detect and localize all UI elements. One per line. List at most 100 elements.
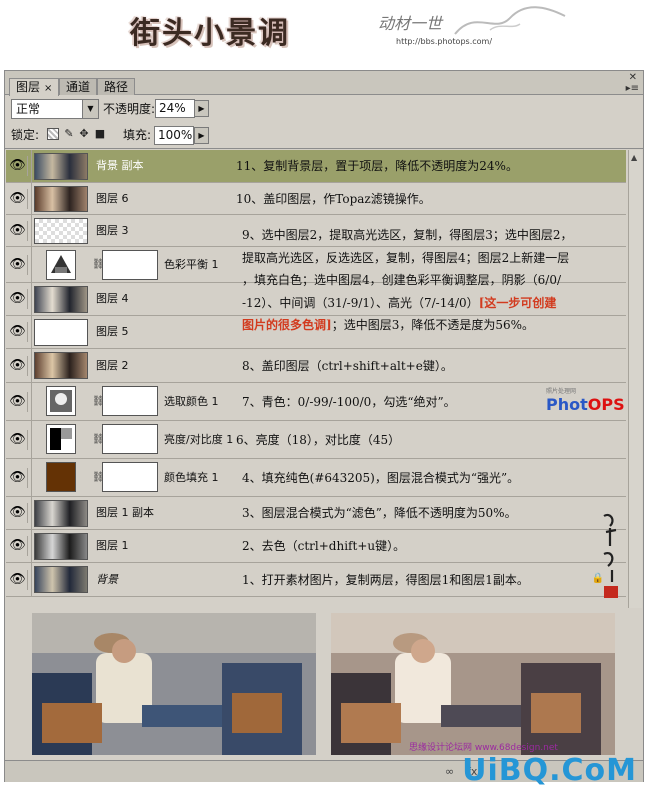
opacity-input[interactable]: 24%: [155, 99, 195, 118]
layer-mask-thumbnail: [102, 250, 158, 280]
eye-icon[interactable]: 👁: [8, 570, 28, 590]
layer-note: 8、盖印图层（ctrl+shift+alt+e键）。: [242, 359, 453, 373]
chevron-down-icon[interactable]: ▼: [82, 100, 98, 118]
panel-close-icon[interactable]: ✕: [629, 72, 637, 83]
layer-name: 图层 1: [96, 539, 129, 552]
eye-icon[interactable]: 👁: [8, 392, 28, 412]
layer-thumbnail: [34, 286, 88, 313]
blend-mode-value: 正常: [16, 102, 41, 116]
color-fill-swatch: [46, 462, 76, 492]
tab-channels[interactable]: 通道: [59, 78, 98, 95]
color-balance-adjustment-icon: [46, 250, 76, 280]
layer-name: 背景 副本: [96, 159, 144, 172]
layer-row-brightness-contrast[interactable]: 👁 ⛓ 亮度/对比度 1 6、亮度（18），对比度（45）: [6, 421, 626, 459]
layer-name: 选取颜色 1: [164, 395, 219, 408]
layer-note: 10、盖印图层，作Topaz滤镜操作。: [236, 192, 431, 206]
panel-footer: ∞ ƒx UiBQ.CoM: [5, 753, 643, 787]
eye-icon[interactable]: 👁: [8, 255, 28, 275]
lock-all-icon[interactable]: ■: [94, 128, 106, 140]
layer-mask-thumbnail: [102, 424, 158, 454]
layer-name: 图层 2: [96, 359, 129, 372]
lock-position-move-icon[interactable]: ✥: [78, 128, 90, 140]
layer-name: 背景: [96, 573, 118, 586]
lock-label: 锁定:: [11, 128, 40, 142]
fill-slider-arrow-icon[interactable]: ▶: [194, 127, 209, 144]
panel-menu-icon[interactable]: ▸≡: [626, 83, 639, 94]
link-layers-icon[interactable]: ∞: [445, 765, 454, 778]
layer-note: 4、填充纯色(#643205)，图层混合模式为“强光”。: [242, 471, 520, 485]
tab-paths[interactable]: 路径: [97, 78, 136, 95]
eye-icon[interactable]: 👁: [8, 503, 28, 523]
fill-label: 填充:: [123, 128, 152, 142]
eye-icon[interactable]: 👁: [8, 468, 28, 488]
swirl-ornament-icon: [454, 6, 566, 35]
note-9-line-5: 图片的很多色调]；选中图层3，降低不透是度为56%。: [242, 314, 632, 337]
tab-layers[interactable]: 图层 ×: [9, 78, 60, 96]
note-9-line-4b: [这一步可创建: [478, 295, 557, 310]
opacity-slider-arrow-icon[interactable]: ▶: [194, 100, 209, 117]
brightness-contrast-adjustment-icon: [46, 424, 76, 454]
layer-thumbnail: [34, 186, 88, 212]
layer-name: 亮度/对比度 1: [164, 433, 234, 446]
layer-thumbnail: [34, 153, 88, 180]
tab-layers-label: 图层: [16, 80, 41, 94]
eye-icon[interactable]: 👁: [8, 289, 28, 309]
note-9-line-5a: 图片的很多色调]: [242, 318, 332, 332]
layer-row-background-copy[interactable]: 👁 背景 副本 11、复制背景层，置于项层，降低不透明度为24%。: [6, 150, 626, 183]
original-photo: [32, 613, 316, 755]
layers-scrollbar[interactable]: ▲: [628, 150, 642, 608]
layer-mask-thumbnail: [102, 462, 158, 492]
panel-tabbar: 图层 × 通道 路径 ✕ ▸≡: [5, 71, 643, 96]
eye-icon[interactable]: 👁: [8, 322, 28, 342]
eye-icon[interactable]: 👁: [8, 430, 28, 450]
eye-icon[interactable]: 👁: [8, 356, 28, 376]
layer-row-color-fill[interactable]: 👁 ⛓ 颜色填充 1 4、填充纯色(#643205)，图层混合模式为“强光”。: [6, 459, 626, 497]
layer-row-layer6[interactable]: 👁 图层 6 10、盖印图层，作Topaz滤镜操作。: [6, 183, 626, 215]
layer-note: 2、去色（ctrl+dhift+u键）。: [242, 539, 406, 553]
layer-name: 图层 3: [96, 224, 129, 237]
eye-icon[interactable]: 👁: [8, 156, 28, 176]
edited-photo: 思缘设计论坛网 www.68design.net: [331, 613, 615, 755]
layer-name: 图层 6: [96, 192, 129, 205]
layer-thumbnail: [34, 319, 88, 346]
before-after-photos: 思缘设计论坛网 www.68design.net: [6, 609, 642, 759]
photops-logo: PhotOPS: [546, 395, 625, 414]
note-9-line-2: 提取高光选区，反选选区，复制，得图层4；图层2上新建一层: [242, 250, 570, 265]
layer-row-selective-color[interactable]: 👁 ⛓ 选取颜色 1 7、青色：0/-99/-100/0，勾选“绝对”。 照片处…: [6, 383, 626, 421]
eye-icon[interactable]: 👁: [8, 536, 28, 556]
lock-pixels-brush-icon[interactable]: ✎: [63, 128, 75, 140]
tab-channels-label: 通道: [66, 80, 91, 94]
close-icon[interactable]: ×: [44, 83, 52, 94]
lock-transparency-icon[interactable]: [47, 128, 59, 140]
eye-icon[interactable]: 👁: [8, 221, 28, 241]
layer-row-layer1[interactable]: 👁 图层 1 2、去色（ctrl+dhift+u键）。: [6, 530, 626, 563]
fill-input[interactable]: 100%: [154, 126, 194, 145]
selective-color-adjustment-icon: [46, 386, 76, 416]
layer-name: 图层 1 副本: [96, 506, 154, 519]
blend-mode-select[interactable]: 正常 ▼: [11, 99, 99, 119]
note-9-line-3: ，填充白色；选中图层4，创建色彩平衡调整层，阴影（6/0/: [242, 273, 561, 287]
note-9-line-4: -12）、中间调（31/-9/1）、高光（7/-14/0）[这一步可创建: [242, 292, 632, 315]
layer-note: 1、打开素材图片，复制两层，得图层1和图层1副本。: [242, 573, 529, 587]
layer-row-layer1-copy[interactable]: 👁 图层 1 副本 3、图层混合模式为“滤色”，降低不透明度为50%。: [6, 497, 626, 530]
note-step-9: 9、选中图层2，提取高光选区，复制，得图层3；选中图层2， 提取高光选区，反选选…: [242, 224, 632, 337]
layer-thumbnail: [34, 218, 88, 244]
calligraphy-seal: [600, 510, 622, 600]
eye-icon[interactable]: 👁: [8, 189, 28, 209]
tab-paths-label: 路径: [104, 80, 129, 94]
opacity-label: 不透明度:: [103, 102, 156, 116]
note-9-line-4a: -12）、中间调（31/-9/1）、高光（7/-14/0）: [242, 295, 479, 310]
banner-title: 街头小景调: [130, 16, 290, 51]
site-logo: UiBQ.CoM: [462, 753, 637, 787]
layer-thumbnail: [34, 500, 88, 527]
layer-name: 色彩平衡 1: [164, 258, 219, 271]
blend-row: 正常 ▼ 不透明度: 24% ▶: [5, 96, 643, 122]
layer-row-layer2[interactable]: 👁 图层 2 8、盖印图层（ctrl+shift+alt+e键）。: [6, 349, 626, 383]
layer-row-background[interactable]: 👁 背景 1、打开素材图片，复制两层，得图层1和图层1副本。 🔒: [6, 563, 626, 597]
layers-list: 👁 背景 副本 11、复制背景层，置于项层，降低不透明度为24%。 👁 图层 6…: [6, 150, 642, 608]
layer-name: 图层 4: [96, 292, 129, 305]
layer-thumbnail: [34, 566, 88, 593]
watermark-text: 思缘设计论坛网 www.68design.net: [409, 743, 558, 753]
scroll-up-arrow-icon[interactable]: ▲: [631, 153, 637, 162]
logo-caption: 照片处理网: [546, 388, 577, 395]
